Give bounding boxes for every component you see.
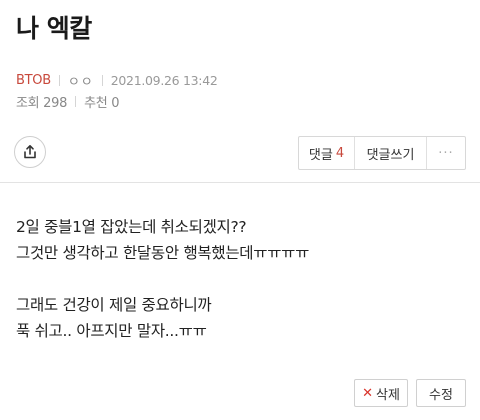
author-name[interactable]: BTOB	[16, 73, 51, 88]
post-date: 2021.09.26 13:42	[110, 73, 218, 88]
post-body-line: 푹 쉬고.. 아프지만 말자...ㅠㅠ	[16, 322, 207, 340]
more-options-button[interactable]: ···	[427, 137, 465, 169]
meta-divider	[75, 96, 77, 107]
recommend-count: 추천 0	[84, 96, 120, 111]
post-body-line: 그것만 생각하고 한달동안 행복했는데ㅠㅠㅠㅠ	[16, 244, 310, 262]
post-body-line: 2일 중블1열 잡았는데 취소되겠지??	[16, 218, 247, 236]
close-icon: ✕	[362, 385, 373, 401]
post-body-line: 그래도 건강이 제일 중요하니까	[16, 296, 212, 314]
post-stats: 조회 298 추천 0	[16, 92, 120, 111]
comments-label: 댓글	[308, 147, 333, 163]
post-header: 나 엑칼 BTOB ㅇㅇ 2021.09.26 13:42 조회 298 추천 …	[0, 0, 480, 183]
user-badge: ㅇㅇ	[67, 75, 94, 90]
delete-label: 삭제	[375, 387, 400, 403]
post-actions: ✕ 삭제 수정	[354, 379, 466, 407]
meta-divider	[58, 75, 60, 86]
share-icon	[24, 145, 36, 159]
write-comment-button[interactable]: 댓글쓰기	[355, 137, 427, 169]
view-count: 조회 298	[16, 96, 68, 111]
edit-button[interactable]: 수정	[416, 379, 466, 407]
comments-count: 4	[335, 145, 345, 161]
comment-toolbar: 댓글 4 댓글쓰기 ···	[298, 136, 466, 170]
share-button[interactable]	[14, 136, 46, 168]
post-meta: BTOB ㅇㅇ 2021.09.26 13:42	[16, 71, 218, 90]
meta-divider	[101, 75, 103, 86]
post-body: 2일 중블1열 잡았는데 취소되겠지?? 그것만 생각하고 한달동안 행복했는데…	[16, 214, 309, 344]
comments-button[interactable]: 댓글 4	[299, 137, 355, 169]
post-body-line	[16, 266, 309, 292]
delete-button[interactable]: ✕ 삭제	[354, 379, 408, 407]
post-title: 나 엑칼	[16, 14, 92, 43]
